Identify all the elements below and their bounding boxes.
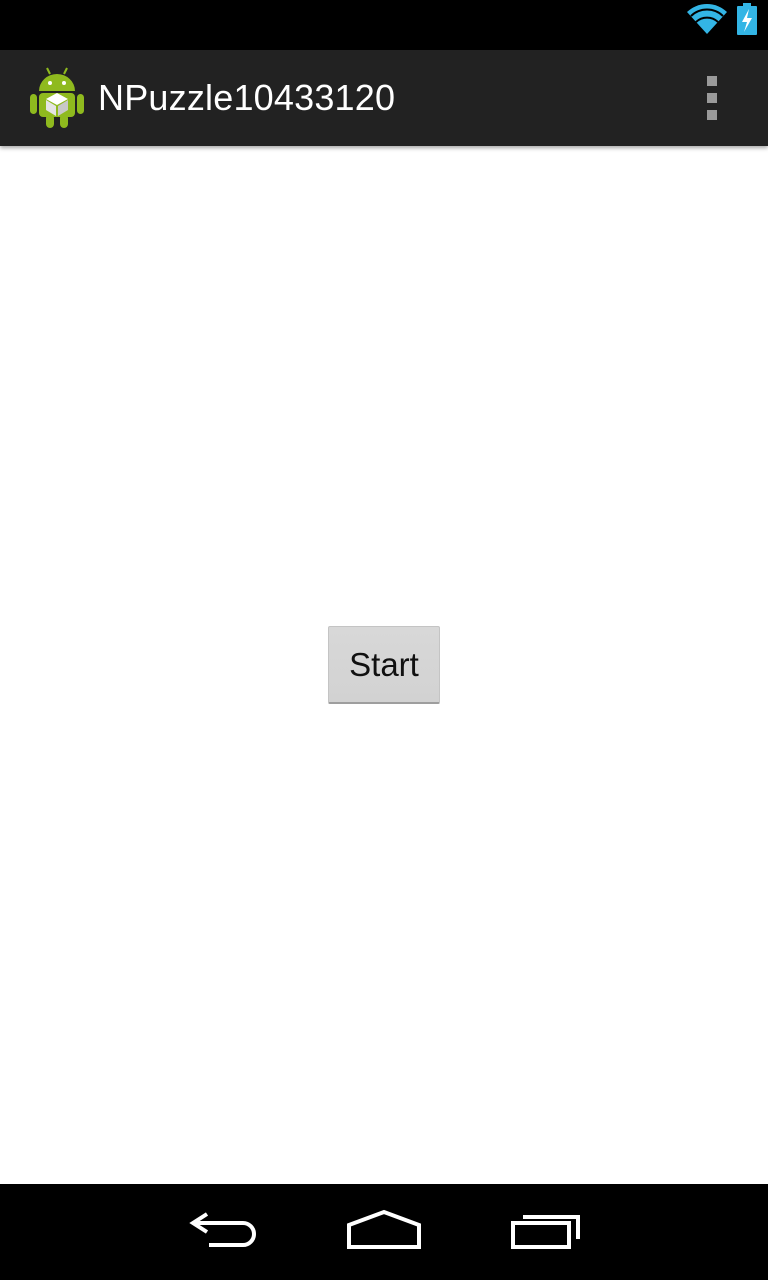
back-icon [189,1210,259,1255]
overflow-dot [707,76,717,86]
nav-bar [0,1184,768,1280]
status-icons [686,2,758,40]
app-title: NPuzzle10433120 [98,77,396,118]
recent-apps-icon [510,1209,582,1256]
back-button[interactable] [174,1202,274,1262]
wifi-icon [686,3,728,40]
start-button[interactable]: Start [328,626,440,704]
home-button[interactable] [334,1202,434,1262]
overflow-dot [707,110,717,120]
overflow-dot [707,93,717,103]
home-icon [346,1209,422,1256]
status-bar [0,0,768,50]
recent-apps-button[interactable] [496,1202,596,1262]
battery-charging-icon [736,2,758,40]
action-bar: NPuzzle10433120 [0,50,768,146]
android-app-icon[interactable] [28,64,86,130]
overflow-menu-button[interactable] [696,76,728,120]
